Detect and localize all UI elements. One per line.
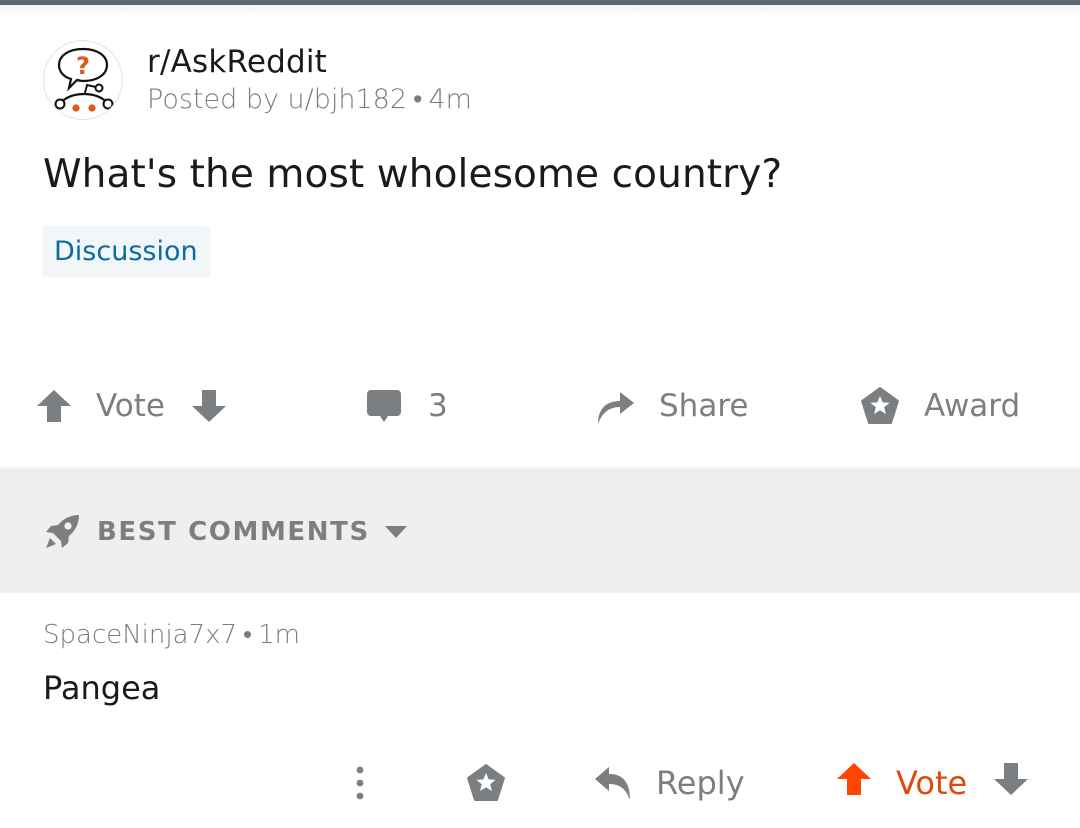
comment-more-button[interactable] bbox=[350, 753, 370, 813]
meta-separator: • bbox=[413, 84, 423, 115]
comment-body: Pangea bbox=[43, 669, 161, 707]
arrow-up-icon bbox=[37, 390, 71, 422]
svg-text:?: ? bbox=[76, 52, 90, 80]
more-vertical-icon bbox=[356, 766, 364, 800]
comment-meta: SpaceNinja7x7 • 1m bbox=[43, 617, 300, 653]
header-shadow bbox=[0, 5, 1080, 15]
post-title: What's the most wholesome country? bbox=[43, 152, 783, 197]
award-icon bbox=[861, 387, 899, 424]
award-icon bbox=[467, 764, 505, 801]
upvote-button[interactable] bbox=[36, 389, 72, 423]
sort-dropdown[interactable]: BEST COMMENTS bbox=[43, 469, 408, 595]
comment-age: 1m bbox=[258, 620, 300, 650]
comment-reply-button[interactable]: Reply bbox=[594, 753, 745, 813]
share-label: Share bbox=[659, 388, 749, 424]
comment-award-button[interactable] bbox=[466, 753, 506, 813]
askreddit-snoo-icon: ? bbox=[54, 47, 114, 112]
downvote-button[interactable] bbox=[191, 389, 227, 423]
comments-button[interactable]: 3 bbox=[366, 370, 448, 442]
comment-vote-label: Vote bbox=[896, 764, 968, 802]
comment-meta-separator: • bbox=[243, 620, 253, 650]
caret-down-icon bbox=[384, 526, 407, 538]
post-author[interactable]: u/bjh182 bbox=[288, 84, 408, 115]
award-label: Award bbox=[924, 388, 1021, 424]
award-button[interactable]: Award bbox=[860, 370, 1020, 442]
subreddit-avatar[interactable]: ? bbox=[43, 40, 123, 120]
subreddit-name[interactable]: r/AskReddit bbox=[147, 42, 472, 82]
post-vote-group: Vote bbox=[36, 370, 227, 442]
comment-upvote-button[interactable] bbox=[836, 762, 872, 804]
arrow-down-icon bbox=[994, 763, 1029, 795]
post-header: ? r/AskReddit Posted by u/bjh182 • 4m bbox=[43, 38, 472, 122]
comment: SpaceNinja7x7 • 1m Pangea Reply Vote bbox=[0, 593, 1080, 828]
post-age: 4m bbox=[428, 84, 472, 115]
comment-sort-bar: BEST COMMENTS bbox=[0, 467, 1080, 593]
comment-bubble-icon bbox=[367, 390, 401, 422]
arrow-up-icon bbox=[837, 763, 871, 795]
comment-action-bar: Reply Vote bbox=[0, 753, 1080, 813]
share-arrow-icon bbox=[598, 392, 634, 424]
reply-label: Reply bbox=[656, 764, 745, 802]
comment-count: 3 bbox=[428, 388, 448, 424]
rocket-icon bbox=[46, 515, 79, 548]
post-action-bar: Vote 3 Share Award bbox=[0, 370, 1080, 442]
reply-arrow-icon bbox=[595, 767, 630, 800]
vote-label: Vote bbox=[96, 388, 165, 424]
sort-label: BEST COMMENTS bbox=[97, 517, 370, 547]
share-button[interactable]: Share bbox=[595, 370, 748, 442]
post-meta: Posted by u/bjh182 • 4m bbox=[147, 82, 472, 118]
comment-downvote-button[interactable] bbox=[993, 762, 1029, 804]
comment-vote-group: Vote bbox=[836, 753, 1029, 813]
posted-by-prefix: Posted by bbox=[147, 84, 279, 115]
post-flair[interactable]: Discussion bbox=[42, 226, 210, 277]
arrow-down-icon bbox=[192, 390, 226, 422]
comment-author[interactable]: SpaceNinja7x7 bbox=[43, 620, 237, 650]
